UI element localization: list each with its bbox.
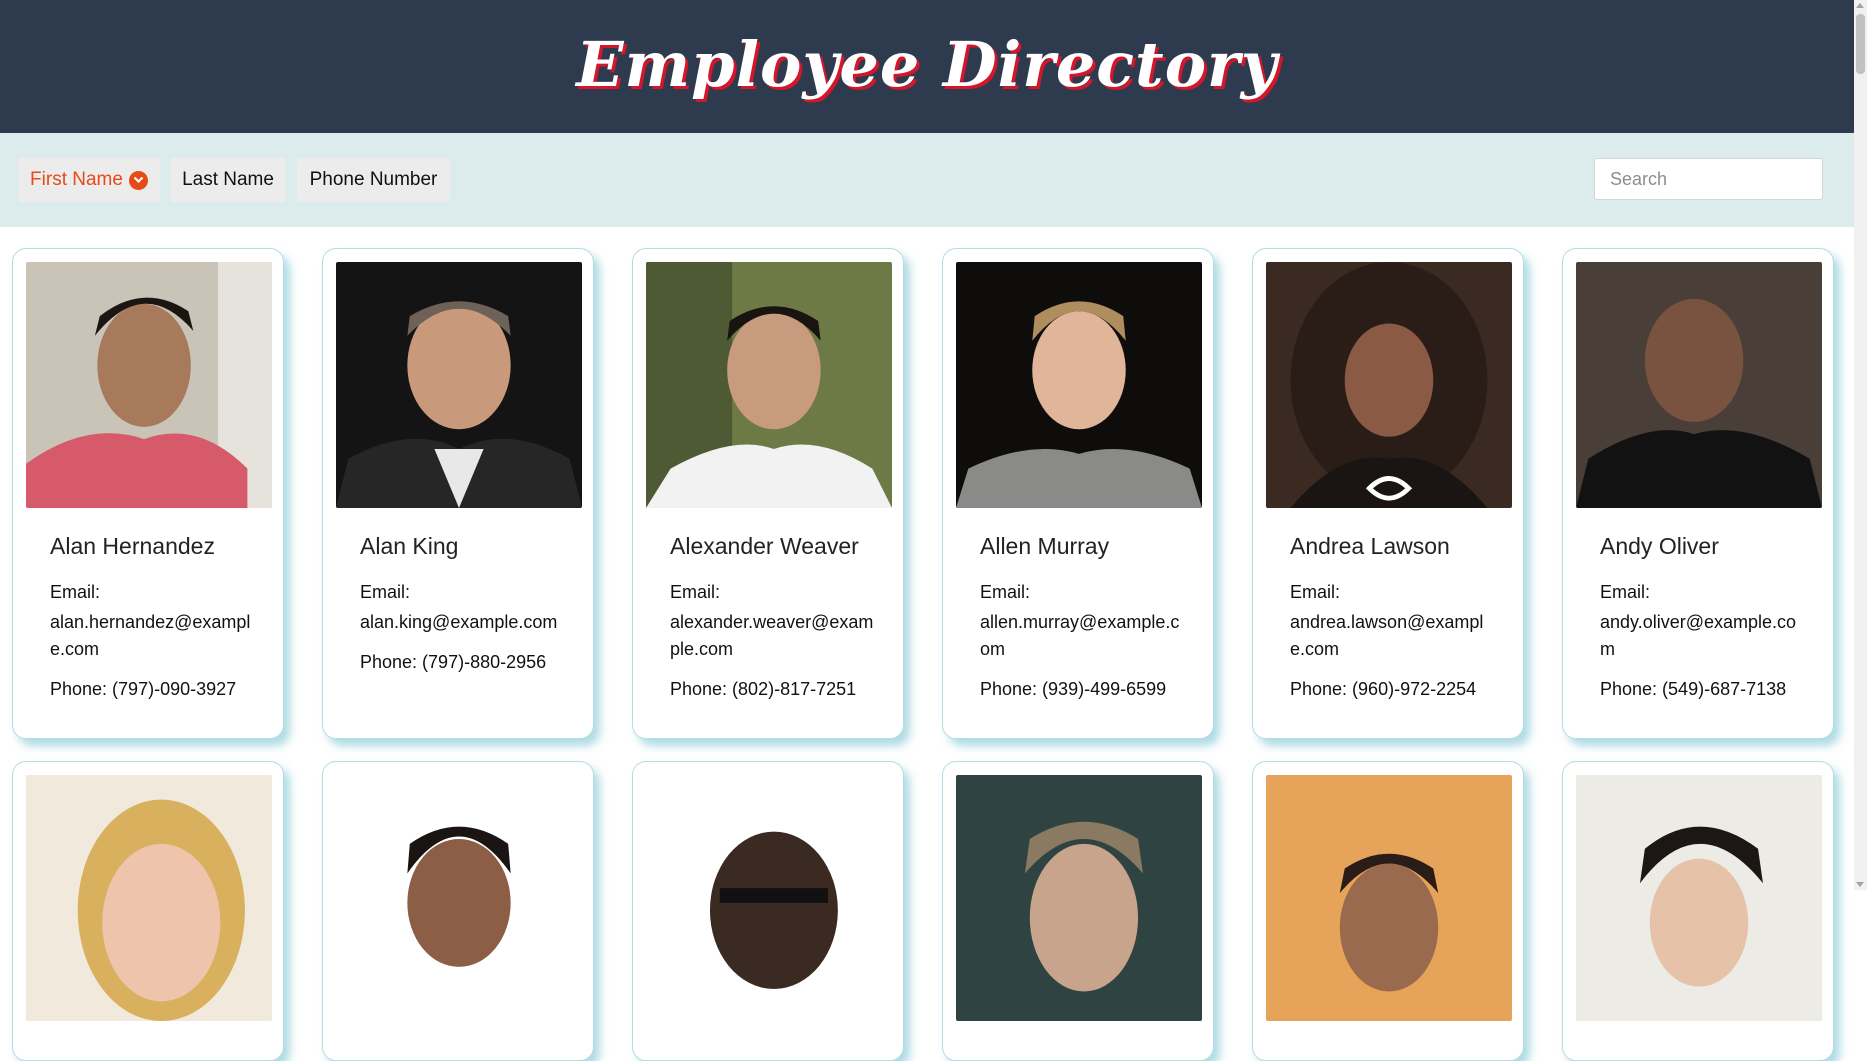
scrollbar-thumb[interactable] — [1856, 14, 1865, 74]
employee-photo — [956, 262, 1202, 508]
employee-photo — [646, 262, 892, 508]
employee-email: allen.murray@example.com — [980, 612, 1180, 659]
employee-card: Alexander Weaver Email: alexander.weaver… — [632, 248, 904, 739]
employee-phone: Phone: (549)-687-7138 — [1600, 679, 1787, 699]
scroll-up-icon[interactable] — [1856, 3, 1864, 8]
employee-card: Alan Hernandez Email: alan.hernandez@exa… — [12, 248, 284, 739]
employee-photo — [336, 262, 582, 508]
sort-last-name-label: Last Name — [182, 169, 274, 190]
employee-card: Andy Oliver Email: andy.oliver@example.c… — [1562, 248, 1834, 739]
employee-card — [632, 761, 904, 1061]
email-label: Email: — [360, 582, 411, 602]
employee-name: Alan Hernandez — [50, 533, 215, 559]
employee-card — [1252, 761, 1524, 1061]
employee-card: Andrea Lawson Email: andrea.lawson@examp… — [1252, 248, 1524, 739]
employee-photo — [1266, 262, 1512, 508]
employee-card — [322, 761, 594, 1061]
sort-first-name-button[interactable]: First Name — [18, 158, 160, 202]
email-label: Email: — [980, 582, 1031, 602]
employee-photo — [336, 775, 582, 1021]
sort-phone-button[interactable]: Phone Number — [297, 158, 450, 202]
employee-phone: Phone: (797)-880-2956 — [360, 652, 547, 672]
employee-photo — [26, 775, 272, 1021]
email-label: Email: — [670, 582, 721, 602]
employee-card: Alan King Email: alan.king@example.com P… — [322, 248, 594, 739]
employee-photo — [1576, 775, 1822, 1021]
employee-name: Alan King — [360, 533, 459, 559]
employee-photo — [646, 775, 892, 1021]
employee-name: Allen Murray — [980, 533, 1110, 559]
page-header: Employee Directory — [0, 0, 1854, 133]
employee-phone: Phone: (797)-090-3927 — [50, 679, 237, 699]
employee-card — [942, 761, 1214, 1061]
employee-email: andrea.lawson@example.com — [1290, 612, 1484, 659]
sort-phone-label: Phone Number — [309, 169, 438, 190]
employee-name: Andy Oliver — [1600, 533, 1719, 559]
email-label: Email: — [1290, 582, 1341, 602]
employee-photo — [1266, 775, 1512, 1021]
employee-photo — [956, 775, 1202, 1021]
employee-card — [1562, 761, 1834, 1061]
employee-email: alexander.weaver@example.com — [670, 612, 874, 659]
employee-phone: Phone: (802)-817-7251 — [670, 679, 857, 699]
employee-email: andy.oliver@example.com — [1600, 612, 1797, 659]
sort-first-name-label: First Name — [30, 169, 123, 190]
scrollbar[interactable] — [1854, 0, 1867, 890]
employee-email: alan.hernandez@example.com — [50, 612, 251, 659]
employee-photo — [1576, 262, 1822, 508]
employee-photo — [26, 262, 272, 508]
scroll-down-icon[interactable] — [1856, 882, 1864, 887]
email-label: Email: — [50, 582, 101, 602]
employee-name: Alexander Weaver — [670, 533, 859, 559]
employee-card — [12, 761, 284, 1061]
sort-toolbar: First Name Last Name Phone Number — [0, 133, 1854, 227]
page-title: Employee Directory — [576, 28, 1278, 101]
employee-name: Andrea Lawson — [1290, 533, 1450, 559]
employee-phone: Phone: (939)-499-6599 — [980, 679, 1167, 699]
employee-phone: Phone: (960)-972-2254 — [1290, 679, 1477, 699]
employee-card: Allen Murray Email: allen.murray@example… — [942, 248, 1214, 739]
chevron-down-icon — [128, 170, 148, 190]
email-label: Email: — [1600, 582, 1651, 602]
search-input[interactable] — [1594, 158, 1823, 200]
employee-email: alan.king@example.com — [360, 612, 558, 632]
sort-last-name-button[interactable]: Last Name — [170, 158, 286, 202]
